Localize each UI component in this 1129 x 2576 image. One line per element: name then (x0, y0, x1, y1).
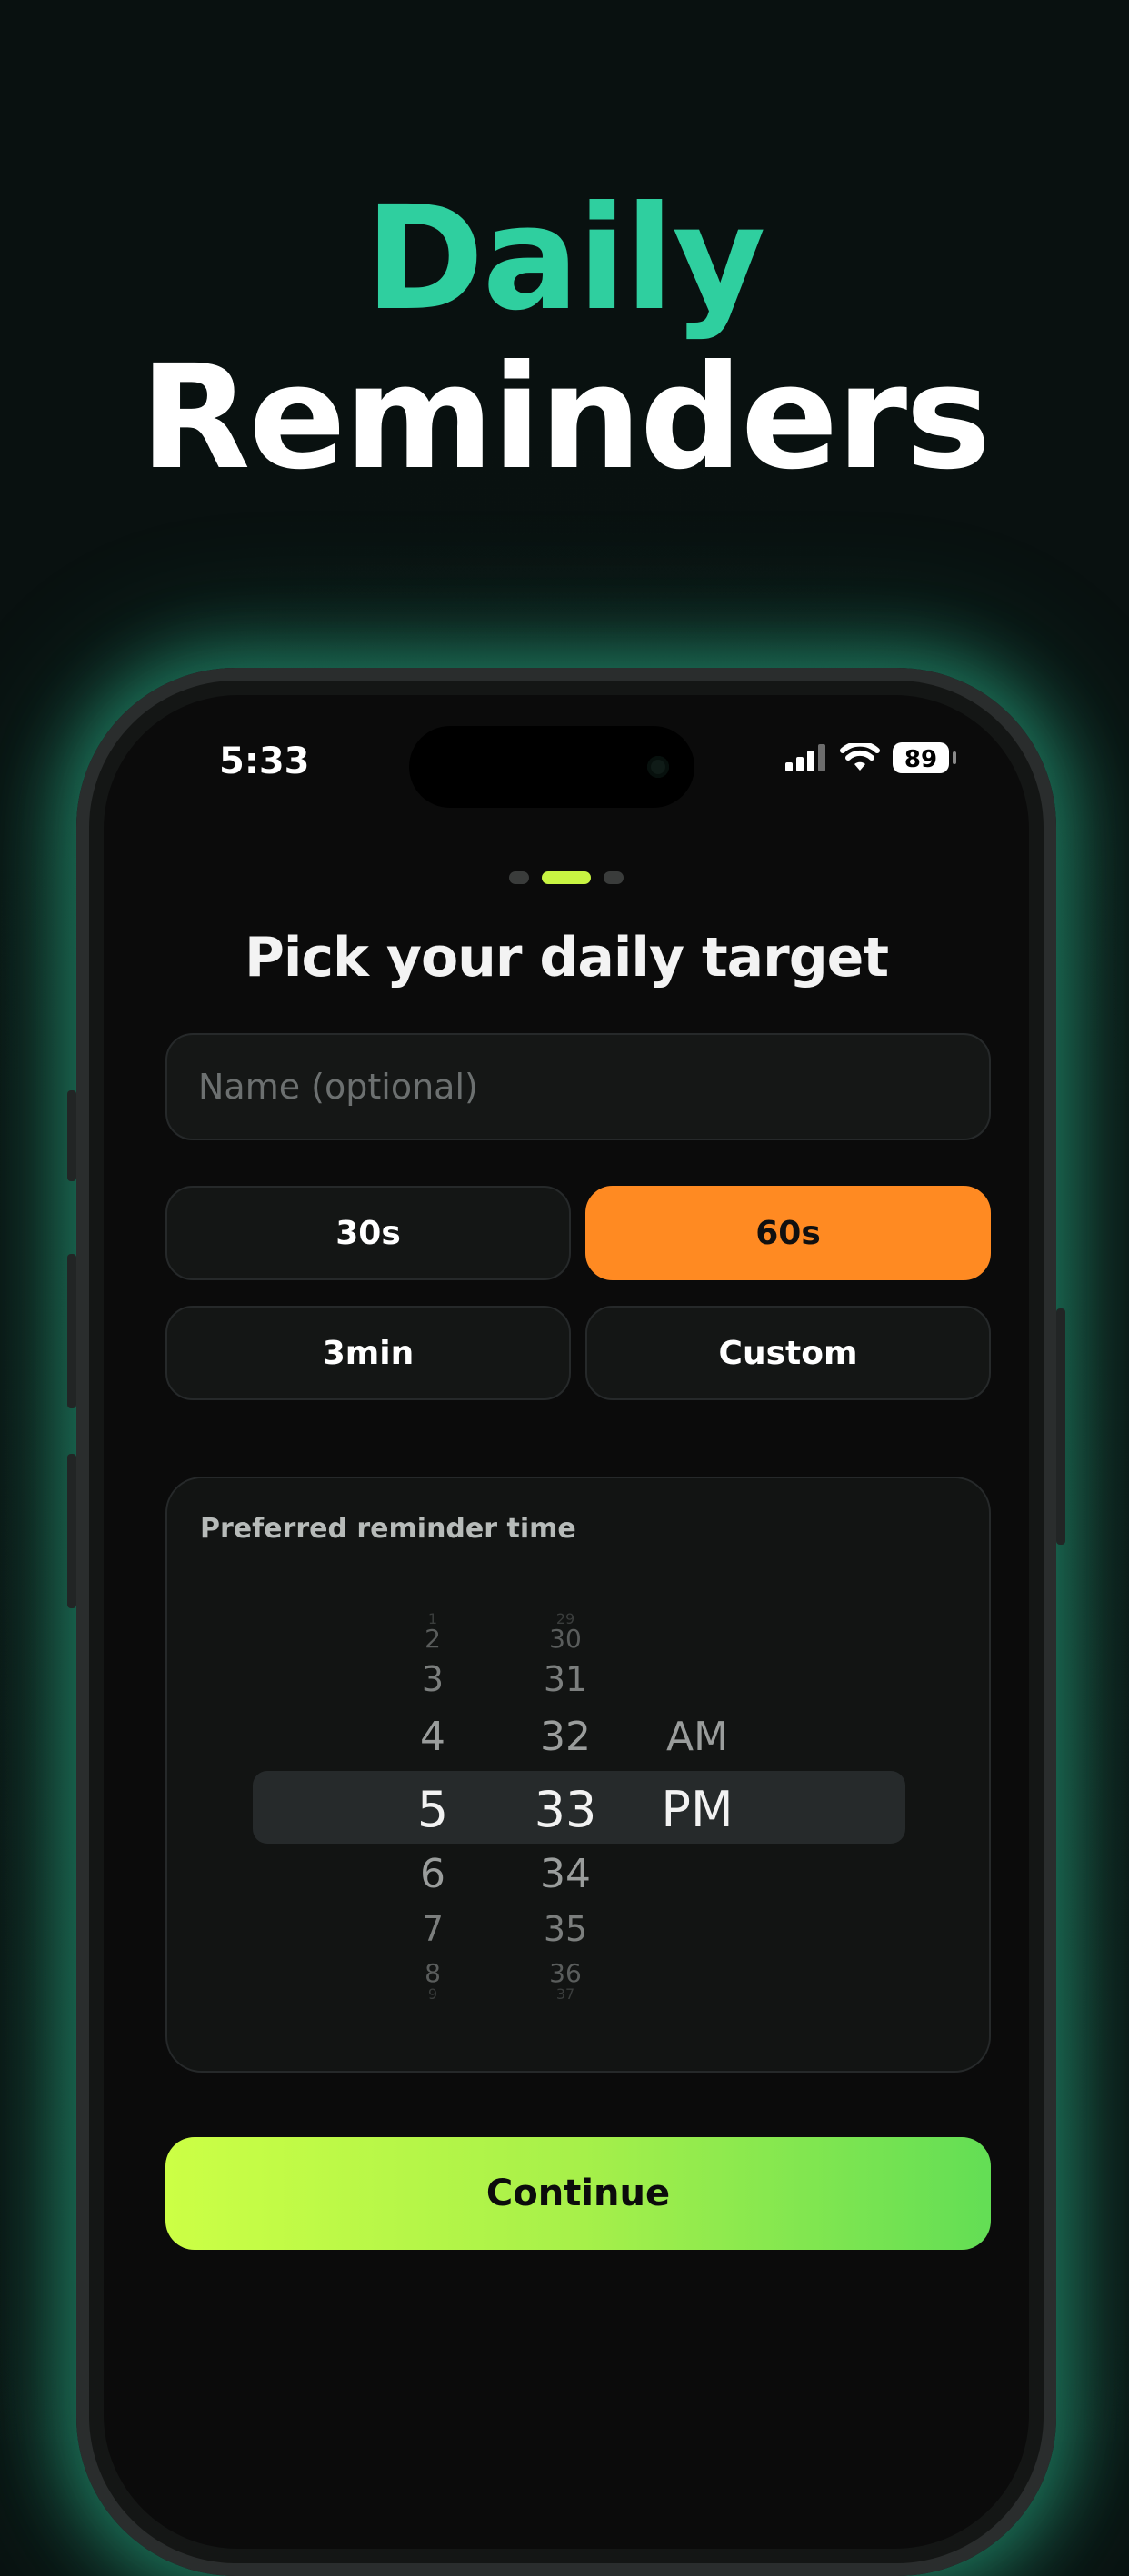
hour-option[interactable]: 2 (387, 1624, 478, 1654)
minute-option[interactable]: 35 (511, 1909, 620, 1949)
dynamic-island (409, 726, 694, 808)
onboarding-pager (104, 871, 1029, 884)
minute-option[interactable]: 37 (511, 1985, 620, 2003)
continue-button[interactable]: Continue (165, 2137, 991, 2250)
phone-side-button (67, 1454, 76, 1608)
phone-frame: 5:33 89 Pick your daily target Name (opt… (76, 668, 1056, 2576)
status-icons: 89 (785, 742, 956, 773)
minute-option[interactable]: 32 (511, 1714, 620, 1760)
pager-dot (604, 871, 624, 884)
phone-screen: 5:33 89 Pick your daily target Name (opt… (104, 695, 1029, 2549)
signal-icon (785, 744, 825, 771)
hour-selected[interactable]: 5 (387, 1781, 478, 1838)
phone-side-button (67, 1254, 76, 1408)
pager-dot (509, 871, 529, 884)
target-3min-button[interactable]: 3min (165, 1306, 571, 1400)
status-time: 5:33 (219, 741, 310, 782)
minute-option[interactable]: 36 (511, 1958, 620, 1988)
target-30s-button[interactable]: 30s (165, 1186, 571, 1280)
phone-power-button (1056, 1308, 1065, 1545)
target-custom-button[interactable]: Custom (585, 1306, 991, 1400)
minute-selected[interactable]: 33 (511, 1781, 620, 1838)
minute-option[interactable]: 30 (511, 1624, 620, 1654)
hour-option[interactable]: 9 (387, 1985, 478, 2003)
period-wheel[interactable]: AM PM (638, 1478, 756, 2074)
camera-icon (647, 756, 669, 778)
headline-reminders: Reminders (139, 334, 991, 502)
minute-wheel[interactable]: 29 30 31 32 33 34 35 36 37 (511, 1478, 620, 2074)
hour-option[interactable]: 3 (387, 1659, 478, 1699)
battery-icon: 89 (893, 742, 956, 773)
reminder-card: Preferred reminder time 1 2 3 4 5 6 7 8 … (165, 1477, 991, 2073)
pager-dot-active (542, 871, 591, 884)
hour-wheel[interactable]: 1 2 3 4 5 6 7 8 9 (387, 1478, 478, 2074)
phone-side-button (67, 1090, 76, 1181)
page-title: Pick your daily target (244, 926, 889, 990)
minute-option[interactable]: 34 (511, 1851, 620, 1897)
target-60s-button[interactable]: 60s (585, 1186, 991, 1280)
wifi-icon (840, 743, 880, 771)
period-option-am[interactable]: AM (638, 1714, 756, 1760)
hour-option[interactable]: 7 (387, 1909, 478, 1949)
hour-option[interactable]: 6 (387, 1851, 478, 1897)
hour-option[interactable]: 4 (387, 1714, 478, 1760)
name-field[interactable]: Name (optional) (165, 1033, 991, 1140)
hour-option[interactable]: 8 (387, 1958, 478, 1988)
period-selected-pm[interactable]: PM (638, 1781, 756, 1838)
headline-daily: Daily (365, 175, 765, 343)
minute-option[interactable]: 31 (511, 1659, 620, 1699)
